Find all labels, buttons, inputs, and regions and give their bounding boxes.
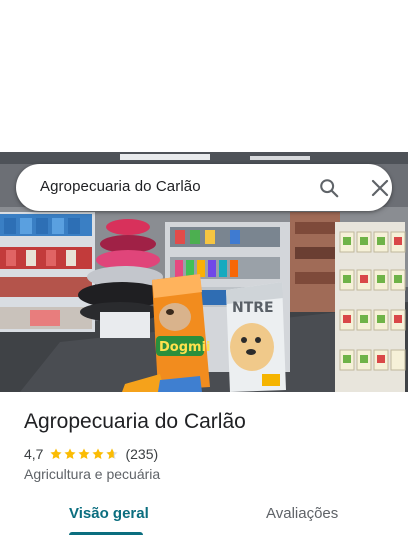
active-tab-indicator	[69, 532, 143, 535]
place-category[interactable]: Agricultura e pecuária	[24, 466, 160, 482]
search-input[interactable]: Agropecuaria do Carlão	[40, 178, 201, 195]
bag-brand-right: NTRE	[232, 300, 274, 316]
tab-reviews[interactable]: Avaliações	[266, 505, 338, 522]
star-half-icon	[106, 448, 119, 460]
rating-row[interactable]: 4,7 (235)	[24, 445, 158, 463]
star-icon	[50, 448, 63, 460]
close-icon[interactable]	[371, 179, 389, 197]
star-icon	[64, 448, 77, 460]
place-title: Agropecuaria do Carlão	[24, 410, 246, 433]
blank-header-area	[0, 0, 408, 152]
bag-brand-left: Dogmii	[159, 340, 211, 355]
tab-bar: Visão geral Avaliações	[0, 496, 408, 544]
rating-value: 4,7	[24, 446, 44, 462]
tab-overview[interactable]: Visão geral	[69, 505, 149, 522]
search-bar[interactable]: Agropecuaria do Carlão	[16, 164, 392, 211]
review-count[interactable]: (235)	[125, 446, 158, 462]
search-icon[interactable]	[318, 177, 340, 199]
star-icon	[92, 448, 105, 460]
star-icon	[78, 448, 91, 460]
star-rating	[49, 447, 119, 461]
